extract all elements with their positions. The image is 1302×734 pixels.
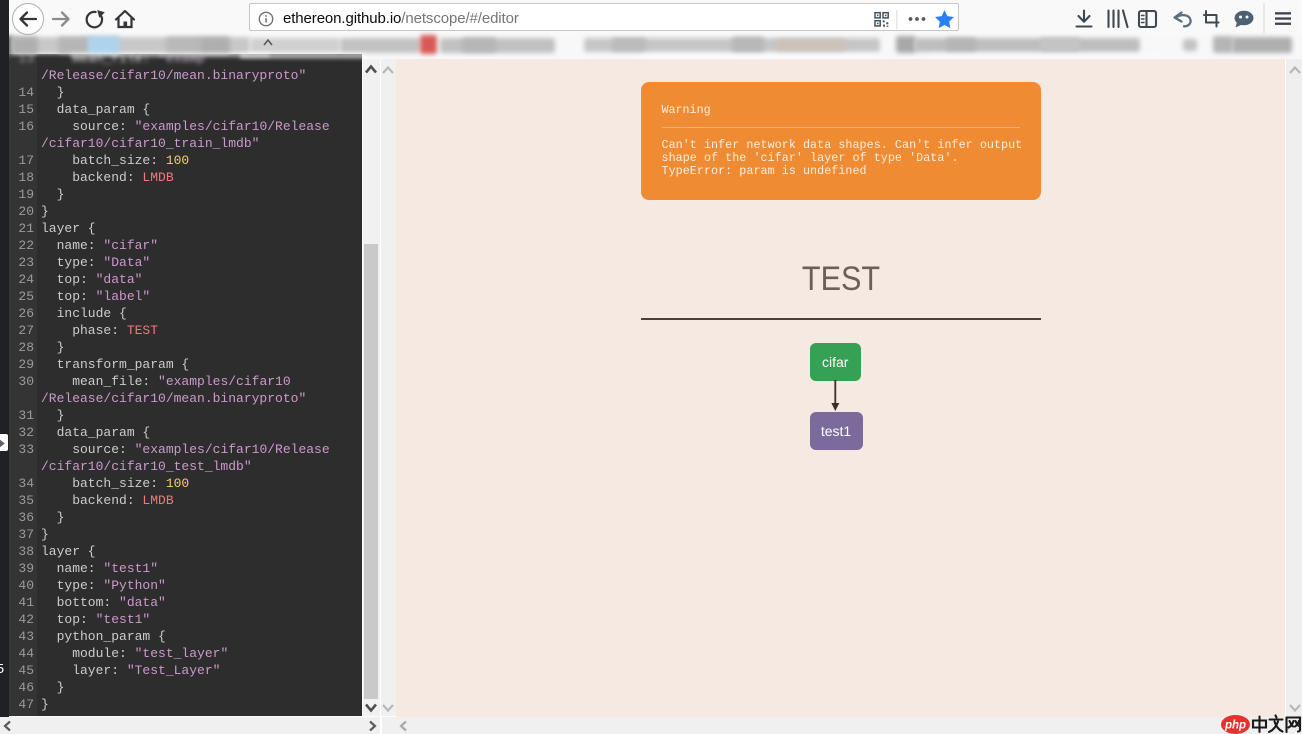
svg-text:php: php — [1224, 720, 1246, 732]
